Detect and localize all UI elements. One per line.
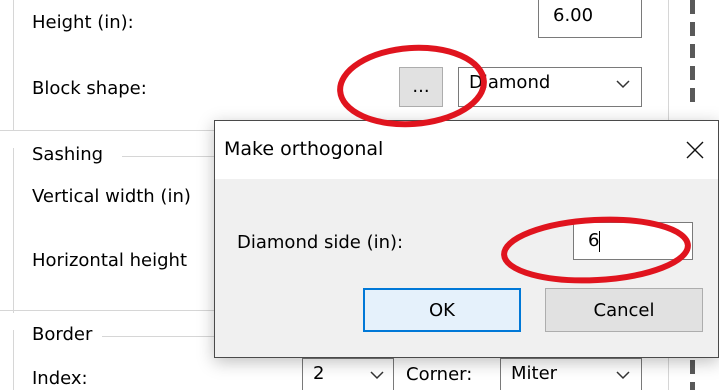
diamond-side-label: Diamond side (in): (237, 232, 404, 253)
border-group-label: Border (32, 324, 93, 345)
dialog-title: Make orthogonal (224, 138, 384, 160)
chevron-down-icon (370, 371, 384, 380)
diamond-side-input[interactable]: 6 (573, 222, 693, 260)
chevron-down-icon (616, 371, 630, 380)
height-field[interactable]: 6.00 (538, 0, 642, 38)
sashing-group-line (122, 156, 222, 157)
cancel-button-label: Cancel (593, 299, 655, 321)
block-shape-label: Block shape: (32, 78, 147, 99)
height-label: Height (in): (32, 12, 134, 33)
horizontal-height-label: Horizontal height (32, 250, 188, 271)
corner-select[interactable]: Miter (500, 358, 642, 390)
ok-button-label: OK (429, 299, 455, 321)
scrollbar-track[interactable] (690, 360, 695, 390)
chevron-down-icon (616, 80, 630, 89)
text-caret (599, 231, 600, 252)
border-group-line (102, 336, 222, 337)
index-value: 2 (313, 363, 325, 384)
group-left-border (13, 330, 14, 390)
block-shape-options-button[interactable]: ... (399, 67, 443, 107)
diamond-side-value: 6 (588, 230, 600, 251)
ellipsis-label: ... (412, 76, 430, 97)
vertical-width-label: Vertical width (in) (32, 186, 191, 207)
cancel-button[interactable]: Cancel (545, 288, 703, 332)
corner-label: Corner: (406, 364, 473, 385)
block-shape-value: Diamond (469, 72, 551, 93)
index-label: Index: (32, 368, 88, 389)
close-icon (686, 141, 704, 159)
ok-button[interactable]: OK (363, 288, 521, 332)
corner-value: Miter (511, 363, 558, 384)
close-button[interactable] (672, 121, 718, 179)
make-orthogonal-dialog: Make orthogonal Diamond side (in): 6 OK … (214, 120, 719, 358)
index-select[interactable]: 2 (302, 358, 394, 390)
dialog-titlebar[interactable]: Make orthogonal (215, 121, 718, 179)
block-shape-select[interactable]: Diamond (458, 67, 642, 107)
sashing-group-label: Sashing (32, 144, 104, 165)
scrollbar-track[interactable] (690, 0, 695, 110)
height-value: 6.00 (553, 5, 594, 26)
group-left-border (13, 148, 14, 313)
group-left-border (13, 0, 14, 130)
